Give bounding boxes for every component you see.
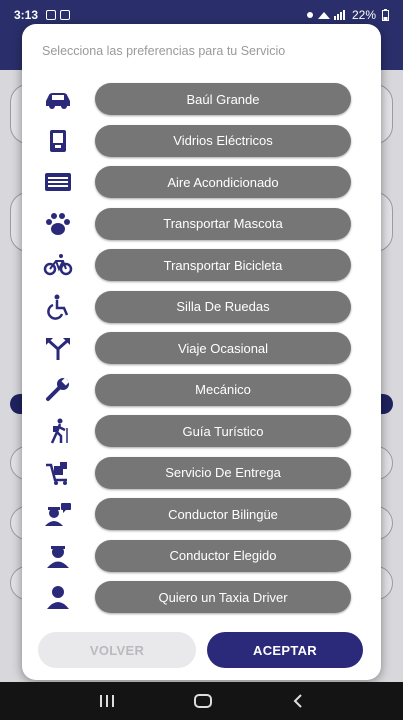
back-nav-button[interactable]: [292, 693, 304, 709]
back-arrow-icon: [293, 694, 302, 708]
pref-servicio-de-entrega-button[interactable]: Servicio De Entrega: [95, 456, 351, 489]
paw-icon: [40, 211, 76, 237]
system-nav-bar: [0, 682, 403, 720]
home-button[interactable]: [193, 694, 213, 708]
air-conditioner-icon: [40, 169, 76, 195]
signal-wifi-icon: [306, 10, 345, 20]
status-time: 3:13: [14, 8, 39, 22]
preference-row: Aire Acondicionado: [22, 165, 381, 199]
pref-conductor-bilingue-button[interactable]: Conductor Bilingüe: [95, 498, 351, 530]
pref-viaje-ocasional-button[interactable]: Viaje Ocasional: [95, 332, 351, 364]
pref-transportar-mascota-button[interactable]: Transportar Mascota: [95, 207, 351, 240]
split-arrows-icon: [40, 335, 76, 361]
preference-row: Viaje Ocasional: [22, 331, 381, 365]
car-icon: [40, 86, 76, 112]
preference-row: Baúl Grande: [22, 82, 381, 116]
preference-row: Mecánico: [22, 373, 381, 407]
preference-row: Transportar Mascota: [22, 207, 381, 241]
pref-mecanico-button[interactable]: Mecánico: [95, 373, 351, 406]
driver-icon: [40, 543, 76, 569]
bilingual-driver-icon: [40, 501, 76, 527]
window-icon: [40, 128, 76, 154]
battery-percent: 22%: [351, 8, 376, 22]
hiker-icon: [40, 418, 76, 444]
accept-button[interactable]: ACEPTAR: [207, 632, 363, 668]
pref-quiero-taxia-driver-button[interactable]: Quiero un Taxia Driver: [95, 581, 351, 613]
bicycle-icon: [40, 252, 76, 278]
notification-icon: [46, 10, 57, 20]
notification-icon: [60, 10, 71, 20]
pref-vidrios-electricos-button[interactable]: Vidrios Eléctricos: [95, 124, 351, 157]
preference-row: Quiero un Taxia Driver: [22, 580, 381, 614]
preference-row: Guía Turístico: [22, 414, 381, 448]
pref-transportar-bicicleta-button[interactable]: Transportar Bicicleta: [95, 249, 351, 281]
preference-row: Conductor Bilingüe: [22, 497, 381, 531]
preference-row: Vidrios Eléctricos: [22, 124, 381, 158]
delivery-cart-icon: [40, 460, 76, 486]
home-icon: [194, 694, 213, 708]
pref-baul-grande-button[interactable]: Baúl Grande: [95, 83, 351, 115]
recents-button[interactable]: [99, 694, 115, 708]
preferences-dialog: Selecciona las preferencias para tu Serv…: [22, 24, 381, 680]
pref-guia-turistico-button[interactable]: Guía Turístico: [95, 415, 351, 447]
dialog-title: Selecciona las preferencias para tu Serv…: [42, 44, 286, 58]
recents-icon: [100, 695, 115, 707]
preference-row: Silla De Ruedas: [22, 290, 381, 324]
back-button[interactable]: VOLVER: [38, 632, 196, 668]
person-icon: [40, 584, 76, 610]
preference-row: Servicio De Entrega: [22, 456, 381, 490]
pref-conductor-elegido-button[interactable]: Conductor Elegido: [95, 539, 351, 572]
wheelchair-icon: [40, 294, 76, 320]
wrench-icon: [40, 377, 76, 403]
pref-aire-acondicionado-button[interactable]: Aire Acondicionado: [95, 166, 351, 198]
status-notification-icons: [46, 10, 71, 20]
preference-row: Transportar Bicicleta: [22, 248, 381, 282]
preference-row: Conductor Elegido: [22, 539, 381, 573]
battery-icon: [382, 9, 389, 21]
pref-silla-de-ruedas-button[interactable]: Silla De Ruedas: [95, 290, 351, 323]
